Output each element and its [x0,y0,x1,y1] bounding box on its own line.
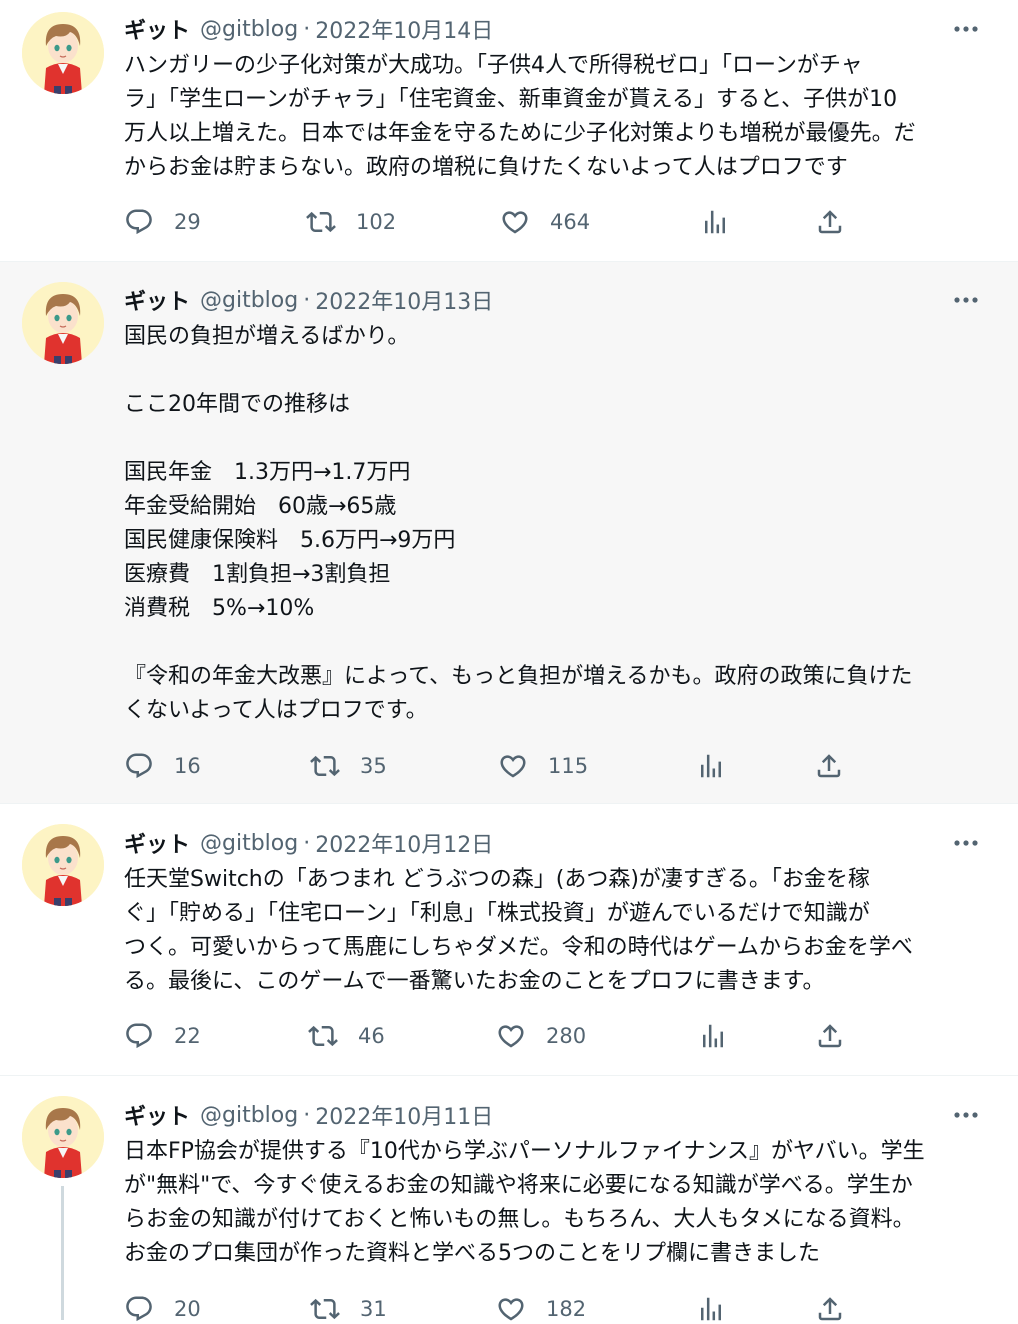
tweet-header: ギット @gitblog · 2022年10月13日 [124,284,493,316]
reply-count: 20 [174,1297,201,1321]
reply-button[interactable]: 22 [124,1021,201,1051]
like-count: 464 [550,210,591,234]
reply-icon [124,751,154,781]
separator-dot: · [303,16,311,42]
share-icon [815,207,845,237]
share-button[interactable] [814,751,844,781]
tweet-header: ギット @gitblog · 2022年10月12日 [124,827,493,859]
like-icon [500,207,530,237]
user-handle[interactable]: @gitblog [200,1103,298,1128]
avatar[interactable] [22,12,104,94]
retweet-count: 35 [360,754,387,778]
separator-dot: · [303,830,311,856]
display-name[interactable]: ギット [124,1099,190,1131]
tweet-actions: 22 46 280 [124,1021,844,1051]
retweet-button[interactable]: 35 [310,751,387,781]
user-handle[interactable]: @gitblog [200,831,298,856]
like-button[interactable]: 464 [500,207,590,237]
separator-dot: · [303,1102,311,1128]
reply-icon [124,1021,154,1051]
more-icon[interactable] [952,832,980,854]
tweet[interactable]: ギット @gitblog · 2022年10月12日 任天堂Switchの「あつ… [0,804,1018,1076]
user-handle[interactable]: @gitblog [200,17,298,42]
avatar[interactable] [22,824,104,906]
like-icon [498,751,528,781]
analytics-button[interactable] [700,207,730,237]
tweet-actions: 16 35 115 [124,751,844,781]
like-button[interactable]: 280 [496,1021,586,1051]
tweet[interactable]: ギット @gitblog · 2022年10月11日 日本FP協会が提供する『1… [0,1076,1018,1320]
tweet-text: 国民の負担が増えるばかり。 ここ20年間での推移は 国民年金 1.3万円→1.7… [124,324,913,723]
retweet-count: 31 [360,1297,387,1321]
tweet[interactable]: ギット @gitblog · 2022年10月13日 国民の負担が増えるばかり。… [0,262,1018,804]
like-count: 115 [548,754,589,778]
retweet-button[interactable]: 102 [306,207,396,237]
thread-connector-line [61,1186,64,1320]
tweet-date[interactable]: 2022年10月11日 [315,1099,493,1131]
analytics-icon [700,207,730,237]
analytics-button[interactable] [698,1021,728,1051]
display-name[interactable]: ギット [124,827,190,859]
avatar[interactable] [22,282,104,364]
retweet-icon [306,207,336,237]
user-handle[interactable]: @gitblog [200,288,298,313]
tweet-text: 日本FP協会が提供する『10代から学ぶパーソナルファイナンス』がヤバい。学生 が… [124,1139,925,1266]
tweet-text: ハンガリーの少子化対策が大成功。「子供4人で所得税ゼロ」「ローンがチャ ラ」「学… [124,53,916,180]
analytics-icon [696,751,726,781]
tweet-header: ギット @gitblog · 2022年10月11日 [124,1099,493,1131]
reply-icon [124,207,154,237]
tweet-date[interactable]: 2022年10月12日 [315,827,493,859]
avatar[interactable] [22,1096,104,1178]
retweet-icon [308,1021,338,1051]
display-name[interactable]: ギット [124,13,190,45]
reply-count: 22 [174,1024,201,1048]
retweet-icon [310,751,340,781]
share-icon [815,1021,845,1051]
tweet-text: 任天堂Switchの「あつまれ どうぶつの森」(あつ森)が凄すぎる。「お金を稼 … [124,867,913,994]
like-button[interactable]: 115 [498,751,588,781]
share-icon [814,751,844,781]
retweet-count: 102 [356,210,397,234]
analytics-icon [698,1021,728,1051]
tweet-actions: 29 102 464 [124,207,844,237]
reply-count: 29 [174,210,201,234]
tweet-date[interactable]: 2022年10月13日 [315,284,493,316]
reply-count: 16 [174,754,201,778]
tweet-header: ギット @gitblog · 2022年10月14日 [124,13,493,45]
like-count: 280 [546,1024,587,1048]
reply-button[interactable]: 29 [124,207,201,237]
reply-button[interactable]: 16 [124,751,201,781]
like-count: 182 [546,1297,587,1321]
like-icon [496,1021,526,1051]
retweet-count: 46 [358,1024,385,1048]
more-icon[interactable] [952,1104,980,1126]
analytics-button[interactable] [696,751,726,781]
display-name[interactable]: ギット [124,284,190,316]
share-button[interactable] [815,1021,845,1051]
more-icon[interactable] [952,289,980,311]
tweet-date[interactable]: 2022年10月14日 [315,13,493,45]
tweet[interactable]: ギット @gitblog · 2022年10月14日 ハンガリーの少子化対策が大… [0,0,1018,262]
retweet-button[interactable]: 46 [308,1021,385,1051]
more-icon[interactable] [952,18,980,40]
separator-dot: · [303,287,311,313]
share-button[interactable] [815,207,845,237]
